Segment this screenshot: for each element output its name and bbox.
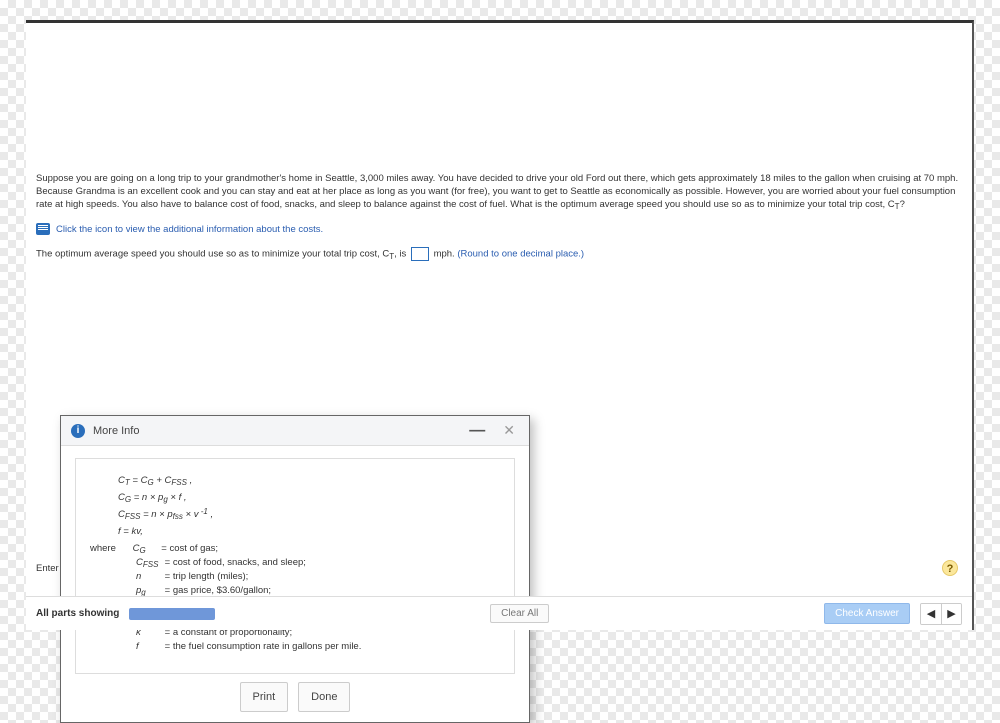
eq-cg: CG = n × pg × f , (118, 492, 500, 503)
def-row: pg = gas price, $3.60/gallon; (136, 585, 500, 596)
def-sym-cg: CG (133, 543, 159, 554)
check-answer-button[interactable]: Check Answer (824, 603, 910, 624)
def-row: f = the fuel consumption rate in gallons… (136, 641, 500, 652)
def-sym-f: f (136, 641, 162, 652)
subscript-t: T (389, 252, 394, 261)
more-info-modal: i More Info — ✕ CT = CG + CFSS , CG = n … (60, 415, 530, 723)
def-sym-cfss: CFSS (136, 557, 162, 568)
where-row: where CG = cost of gas; (90, 543, 500, 554)
modal-title: More Info (93, 425, 139, 437)
done-button[interactable]: Done (298, 682, 350, 712)
page-frame: Suppose you are going on a long trip to … (26, 20, 974, 630)
problem-statement: Suppose you are going on a long trip to … (36, 173, 962, 211)
def-text: = the fuel consumption rate in gallons p… (165, 641, 362, 652)
book-icon[interactable] (36, 223, 50, 235)
def-row: CFSS = cost of food, snacks, and sleep; (136, 557, 500, 568)
subscript-t: T (895, 202, 900, 211)
print-button[interactable]: Print (240, 682, 289, 712)
info-icon: i (71, 424, 85, 438)
def-sym-pg: pg (136, 585, 162, 596)
modal-body: CT = CG + CFSS , CG = n × pg × f , CFSS … (75, 458, 515, 674)
parts-showing-label: All parts showing (36, 608, 119, 619)
minimize-icon[interactable]: — (463, 426, 491, 436)
eq-f: f = kv, (118, 526, 500, 537)
content-area: Suppose you are going on a long trip to … (36, 173, 962, 592)
info-link[interactable]: Click the icon to view the additional in… (56, 224, 323, 235)
eq-ct: CT = CG + CFSS , (118, 475, 500, 486)
next-button[interactable]: ▶ (941, 604, 961, 624)
prev-button[interactable]: ◀ (921, 604, 941, 624)
modal-header[interactable]: i More Info — ✕ (61, 416, 529, 446)
problem-text-suffix: ? (900, 199, 905, 210)
eq-cfss: CFSS = n × pfss × v -1 , (118, 509, 500, 520)
answer-input[interactable] (411, 247, 429, 261)
bottom-bar: All parts showing Clear All Check Answer… (26, 596, 972, 630)
info-link-row: Click the icon to view the additional in… (36, 223, 962, 235)
def-text: = trip length (miles); (165, 571, 249, 582)
answer-mid: , is (394, 249, 406, 260)
nav-box: ◀ ▶ (920, 603, 962, 625)
close-icon[interactable]: ✕ (499, 422, 519, 439)
problem-text: Suppose you are going on a long trip to … (36, 173, 958, 210)
answer-prefix: The optimum average speed you should use… (36, 249, 389, 260)
def-sym-n: n (136, 571, 162, 582)
def-row: n = trip length (miles); (136, 571, 500, 582)
help-icon[interactable]: ? (942, 560, 958, 576)
def-text: = cost of food, snacks, and sleep; (165, 557, 306, 568)
where-label: where (90, 543, 130, 554)
answer-unit: mph. (434, 249, 455, 260)
clear-all-button[interactable]: Clear All (490, 604, 549, 623)
def-text: = cost of gas; (161, 543, 218, 554)
progress-bar (129, 608, 215, 620)
def-text: = gas price, $3.60/gallon; (165, 585, 271, 596)
answer-hint: (Round to one decimal place.) (457, 249, 584, 260)
modal-footer: Print Done (61, 682, 529, 712)
answer-line: The optimum average speed you should use… (36, 247, 962, 261)
